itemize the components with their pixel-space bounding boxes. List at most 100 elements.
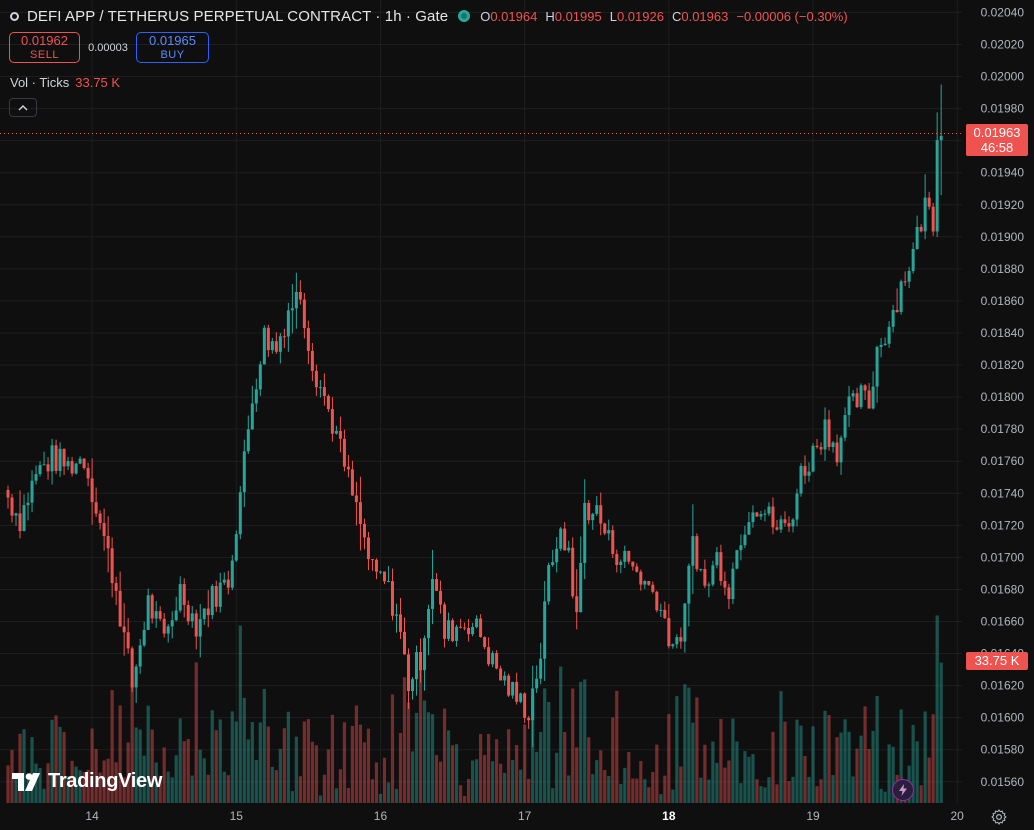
volume-bar [919, 785, 923, 803]
volume-bar [254, 759, 258, 803]
volume-bar [286, 711, 290, 803]
price-tick-label: 0.01840 [981, 326, 1025, 340]
settings-gear-icon[interactable] [990, 808, 1008, 826]
candle-body [34, 474, 38, 481]
lightning-icon [899, 784, 907, 796]
price-tick-label: 0.01860 [981, 294, 1025, 308]
candle-body [703, 569, 707, 586]
sell-price: 0.01962 [21, 32, 68, 48]
candle-body [759, 514, 763, 517]
volume-bar [318, 795, 322, 803]
volume-bar [587, 737, 591, 803]
candle-body [302, 299, 306, 329]
candle-body [166, 626, 170, 634]
volume-bar [362, 742, 367, 803]
volume-bar [539, 731, 543, 803]
candle-body [246, 429, 250, 452]
price-tick-label: 0.01880 [981, 262, 1025, 276]
candle-body [691, 536, 695, 566]
sell-label: SELL [30, 48, 59, 61]
volume-legend-label: Vol · Ticks [10, 75, 70, 90]
candle-body [370, 559, 374, 561]
volume-legend[interactable]: Vol · Ticks 33.75 K [10, 75, 120, 90]
volume-bar [555, 752, 559, 803]
candle-body [587, 502, 591, 521]
candle-body [42, 464, 46, 466]
symbol-title[interactable]: DEFI APP / TETHERUS PERPETUAL CONTRACT ·… [27, 8, 448, 25]
volume-bar [607, 775, 611, 803]
volume-bar [178, 718, 182, 803]
candle-body [479, 618, 483, 638]
time-tick-label: 19 [806, 809, 820, 823]
candle-body [346, 466, 350, 470]
volume-bar [358, 724, 363, 803]
volume-bar [350, 725, 355, 803]
volume-bar [815, 786, 819, 803]
volume-bar [182, 741, 186, 803]
candle-body [6, 490, 10, 498]
volume-bar [499, 763, 503, 803]
candle-body [471, 627, 475, 635]
volume-bar [719, 718, 723, 803]
candle-body [619, 561, 623, 565]
candle-body [791, 519, 795, 527]
candle-body [230, 560, 234, 588]
volume-bar [394, 788, 399, 803]
candle-body [511, 681, 515, 696]
candle-body [611, 530, 615, 554]
candle-body [298, 291, 302, 300]
candle-body [647, 581, 651, 585]
candle-body [719, 552, 723, 582]
candle-body [390, 581, 394, 616]
candle-body [150, 595, 154, 619]
candle-body [378, 571, 382, 573]
flash-button[interactable] [892, 779, 914, 801]
candle-body [366, 537, 370, 560]
sell-button[interactable]: 0.01962 SELL [9, 32, 80, 63]
candle-body [314, 370, 318, 388]
candle-body [282, 336, 286, 338]
volume-bar [619, 783, 623, 803]
market-status-icon[interactable] [458, 10, 471, 22]
candle-body [210, 586, 214, 616]
candle-body [318, 387, 322, 389]
candle-body [98, 513, 102, 523]
candle-body [599, 505, 603, 524]
price-chart[interactable]: 0.020400.020200.020000.019800.019600.019… [0, 0, 1034, 830]
volume-bar [939, 662, 943, 803]
price-tick-label: 0.01920 [981, 198, 1025, 212]
price-tick-label: 0.02040 [981, 5, 1025, 19]
candle-body [851, 393, 855, 397]
collapse-legend-button[interactable] [9, 98, 37, 117]
last-price-value: 0.01963 [973, 125, 1021, 140]
volume-bar [791, 776, 795, 803]
volume-bar [278, 748, 282, 803]
candle-body [403, 631, 406, 655]
volume-bar [747, 756, 751, 803]
candle-body [198, 619, 202, 637]
candle-body [687, 565, 691, 604]
volume-bar [691, 722, 695, 803]
tradingview-logo[interactable]: TradingView [12, 770, 162, 793]
candle-body [214, 586, 218, 607]
volume-bar [302, 721, 306, 803]
candle-body [398, 614, 402, 632]
volume-bar [775, 784, 779, 803]
volume-bar [923, 711, 927, 803]
volume-bar [743, 751, 747, 803]
candle-body [783, 519, 787, 524]
volume-bar [771, 731, 775, 803]
candle-body [779, 519, 783, 530]
volume-bar [579, 681, 583, 803]
buy-button[interactable]: 0.01965 BUY [136, 32, 209, 63]
volume-legend-value: 33.75 K [75, 75, 121, 90]
candle-body [74, 463, 78, 474]
candle-body [659, 609, 663, 611]
volume-bar [462, 796, 467, 803]
candle-body [859, 385, 863, 408]
candle-body [843, 415, 847, 438]
candle-body [443, 604, 447, 639]
volume-bar [683, 684, 687, 803]
volume-bar [935, 615, 939, 803]
volume-bar [226, 775, 230, 803]
